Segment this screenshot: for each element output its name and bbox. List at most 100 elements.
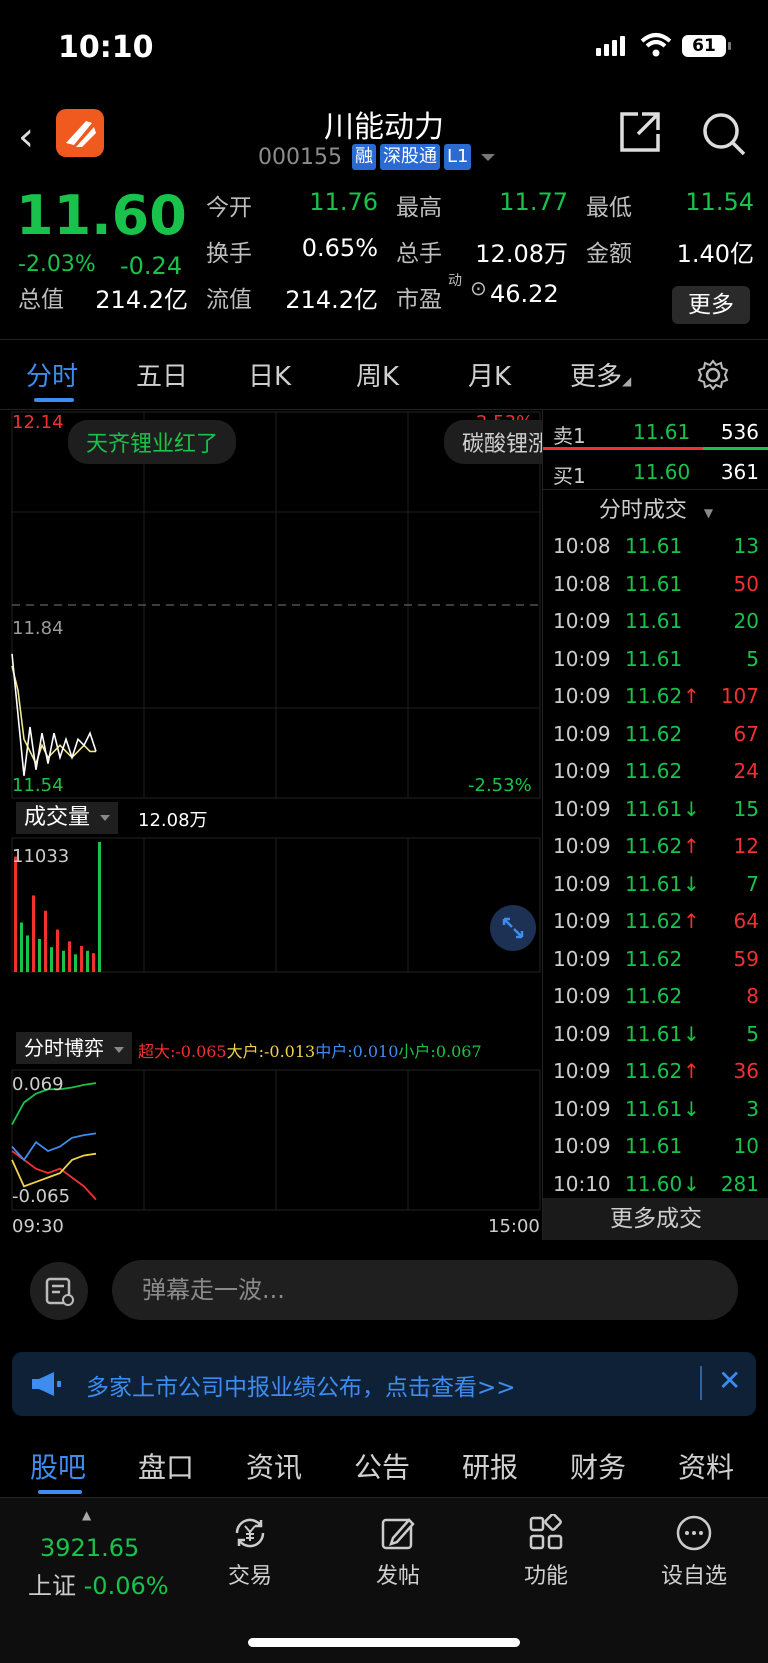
trade-qty: 15 — [733, 796, 759, 821]
active-tab-indicator — [38, 1490, 82, 1494]
trade-price: 11.62 — [625, 684, 683, 708]
flow-label: 分时博弈 — [24, 1036, 104, 1060]
stock-header: ‹ 川能动力 000155 融 深股通 L1 — [0, 96, 768, 178]
trade-arrow: ↑ — [683, 1059, 700, 1083]
trade-price: 11.61 — [625, 1021, 683, 1046]
intraday-chart[interactable]: 12.14 2.53% 11.84 11.54 -2.53% 天齐锂业红了 碳酸… — [0, 410, 542, 1240]
status-bar: 10:10 61 — [0, 0, 768, 96]
trade-row: 10:09 11.62 ↑ 107 — [543, 678, 768, 715]
trade-time: 10:09 — [553, 721, 611, 746]
tab-five-day[interactable]: 五日 — [136, 356, 188, 393]
trade-qty: 7 — [746, 871, 759, 896]
high-label: 最高 — [396, 195, 442, 221]
tab-more-label: 更多 — [570, 362, 623, 392]
nav-post[interactable]: 发帖 — [348, 1514, 448, 1590]
ask-qty: 536 — [720, 420, 759, 444]
index-value[interactable]: 3921.65 — [40, 1534, 139, 1562]
tab-more[interactable]: 更多◢ — [570, 356, 631, 393]
trade-price: 11.61 — [625, 1134, 683, 1158]
trade-qty: 36 — [733, 1059, 759, 1083]
news-chip-2[interactable]: 碳酸锂涨 — [444, 420, 542, 464]
tab-weekly-k[interactable]: 周K — [356, 356, 399, 393]
tab-announcements[interactable]: 公告 — [354, 1446, 410, 1486]
nav-post-label: 发帖 — [375, 1564, 420, 1589]
trade-arrow: ↓ — [683, 871, 700, 896]
tab-forum[interactable]: 股吧 — [30, 1446, 86, 1486]
trade-row: 10:09 11.62 ↑ 12 — [543, 828, 768, 865]
search-icon[interactable] — [700, 110, 748, 158]
volume-bar — [62, 950, 65, 972]
tab-monthly-k[interactable]: 月K — [468, 356, 511, 393]
stock-code-line[interactable]: 000155 融 深股通 L1 — [258, 144, 496, 170]
trade-qty: 20 — [733, 609, 759, 633]
avg-price-line — [11, 665, 96, 766]
chevron-down-icon — [481, 153, 496, 161]
corner-caret-icon: ◢ — [622, 374, 632, 388]
more-quote-button[interactable]: 更多 — [672, 286, 750, 324]
trade-row: 10:09 11.61 5 — [543, 641, 768, 678]
trade-price: 11.62 — [625, 721, 683, 746]
tab-orderbook[interactable]: 盘口 — [138, 1446, 194, 1486]
tab-finance[interactable]: 财务 — [570, 1446, 626, 1486]
trade-qty: 13 — [733, 534, 759, 558]
danmu-input[interactable]: 弹幕走一波... — [112, 1260, 738, 1320]
notice-text: 多家上市公司中报业绩公布，点击查看>> — [86, 1375, 516, 1401]
cellular-signal-icon — [596, 36, 628, 56]
trade-qty: 107 — [720, 684, 759, 708]
info-dots-icon[interactable]: ⊙ — [470, 276, 487, 300]
settings-gear-icon[interactable] — [696, 358, 730, 392]
open-value: 11.76 — [309, 188, 378, 216]
volume-selector[interactable]: 成交量 — [16, 802, 119, 834]
close-icon[interactable]: ✕ — [718, 1364, 741, 1397]
nav-trade[interactable]: 交易 — [200, 1514, 300, 1590]
trade-row: 10:09 11.62 67 — [543, 716, 768, 753]
turnover-value: 0.65% — [301, 234, 378, 262]
trade-time: 10:08 — [553, 534, 611, 558]
expand-up-icon[interactable]: ▲ — [82, 1508, 91, 1522]
bid-row[interactable]: 买1 11.60 361 — [543, 452, 768, 490]
trade-qty: 24 — [733, 759, 759, 783]
ask-row[interactable]: 卖1 11.61 536 — [543, 412, 768, 450]
more-dots-icon — [676, 1515, 712, 1551]
tab-research[interactable]: 研报 — [462, 1446, 518, 1486]
nav-watchlist-label: 设自选 — [660, 1564, 727, 1589]
trade-price: 11.61 — [625, 871, 683, 896]
trade-price: 11.62 — [625, 759, 683, 783]
volume-max-label: 11033 — [12, 846, 70, 867]
trade-qty: 64 — [733, 909, 759, 933]
chevron-down-icon — [100, 815, 111, 821]
tab-daily-k[interactable]: 日K — [248, 356, 291, 393]
trade-price: 11.61 — [625, 609, 683, 633]
trade-qty: 8 — [746, 984, 759, 1008]
tab-intraday[interactable]: 分时 — [26, 356, 78, 393]
flow-selector[interactable]: 分时博弈 — [16, 1032, 132, 1064]
low-label: 最低 — [586, 195, 632, 221]
tab-news[interactable]: 资讯 — [246, 1446, 302, 1486]
trade-time: 10:09 — [553, 646, 611, 671]
trade-qty: 5 — [746, 1021, 759, 1046]
nav-functions[interactable]: 功能 — [496, 1514, 596, 1590]
danmu-settings-icon[interactable] — [30, 1262, 88, 1320]
trade-qty: 59 — [733, 946, 759, 971]
trade-row: 10:09 11.61 ↓ 5 — [543, 1016, 768, 1053]
yen-exchange-icon — [235, 1518, 265, 1548]
trades-selector[interactable]: 分时成交 ▼ — [543, 492, 768, 524]
more-trades-button[interactable]: 更多成交 — [543, 1198, 768, 1240]
tab-profile[interactable]: 资料 — [678, 1446, 734, 1486]
trade-time: 10:09 — [553, 609, 611, 633]
trade-row: 10:10 11.60 ↓ 281 — [543, 1166, 768, 1203]
share-icon[interactable] — [618, 110, 662, 154]
section-tabs: 股吧 盘口 资讯 公告 研报 财务 资料 — [0, 1428, 768, 1498]
trade-arrow: ↑ — [683, 909, 700, 933]
news-chip-1[interactable]: 天齐锂业红了 — [68, 420, 237, 464]
nav-watchlist[interactable]: 设自选 — [644, 1514, 744, 1590]
notice-banner[interactable]: 多家上市公司中报业绩公布，点击查看>> ✕ — [12, 1352, 756, 1416]
trade-qty: 12 — [733, 834, 759, 858]
trade-time: 10:09 — [553, 909, 611, 933]
expand-chart-icon[interactable] — [490, 905, 536, 951]
flow-super: 超大:-0.065 — [138, 1042, 227, 1061]
trade-row: 10:08 11.61 50 — [543, 566, 768, 603]
trade-qty: 67 — [733, 721, 759, 746]
index-line[interactable]: 上证 -0.06% — [28, 1566, 169, 1601]
home-indicator — [248, 1638, 520, 1647]
